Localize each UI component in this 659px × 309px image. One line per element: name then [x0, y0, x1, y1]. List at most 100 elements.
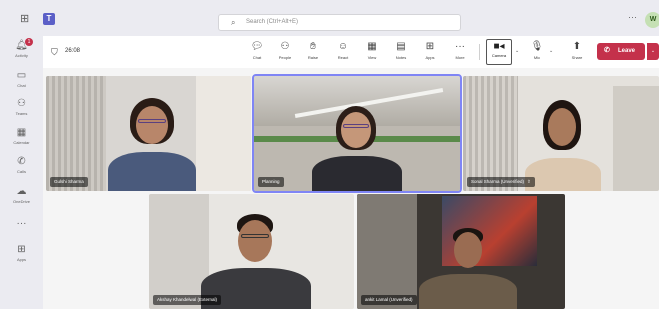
rail-item-chat[interactable]: ▭ Chat: [0, 70, 43, 98]
search-placeholder: Search (Ctrl+Alt+E): [246, 19, 299, 25]
rail-item-more[interactable]: ···: [0, 218, 43, 246]
leave-button[interactable]: ✆ Leave: [597, 43, 645, 60]
raise-label: Raise: [307, 55, 319, 60]
face: [341, 112, 371, 148]
share-label: Share: [571, 55, 583, 60]
wall: [196, 76, 251, 191]
camera-options-chevron-icon[interactable]: ⌄: [515, 48, 519, 54]
more-icon: ···: [455, 41, 465, 52]
cloud-icon: ☁︎: [16, 186, 27, 197]
face: [454, 232, 482, 268]
microphone-icon: 🎙︎: [530, 41, 544, 52]
camera-icon: ■◂: [493, 41, 505, 52]
participant-tile[interactable]: Gulshi Sharma: [46, 76, 251, 191]
glasses: [138, 119, 166, 123]
rail-item-teams[interactable]: ⚇ Teams: [0, 98, 43, 126]
pin-icon: ⇧: [527, 179, 531, 184]
apps-button[interactable]: ⊞ Apps: [419, 40, 441, 66]
bell-icon: 🔔︎: [15, 40, 28, 51]
torso: [312, 156, 402, 191]
more-button[interactable]: ··· More: [449, 40, 471, 66]
participant-tile[interactable]: ankit Lamal (Unverified): [357, 194, 565, 309]
rail-label-calls: Calls: [17, 169, 26, 174]
app-rail: 🔔︎ 1 Activity ▭ Chat ⚇ Teams ▦ Calendar …: [0, 36, 43, 309]
notes-label: Notes: [395, 55, 407, 60]
video-stage: Gulshi Sharma Planning Sonal Sharma (Unv…: [43, 68, 659, 309]
participant-name: Sonal Sharma (Unverified) ⇧: [467, 177, 535, 187]
calendar-icon: ▦: [16, 127, 27, 138]
rail-item-apps[interactable]: ⊞ Apps: [0, 244, 43, 272]
teams-logo-icon: T: [43, 13, 55, 25]
apps-label: Apps: [425, 55, 435, 60]
people-button[interactable]: ⚇ People: [274, 40, 296, 66]
phone-icon: ✆: [17, 156, 26, 167]
react-icon: ☺: [337, 41, 349, 52]
camera-button[interactable]: ■◂ Camera: [486, 39, 512, 65]
wall: [357, 194, 417, 309]
more-label: More: [455, 55, 465, 60]
chat-button[interactable]: 💬︎ Chat: [246, 40, 268, 66]
participant-name: ankit Lamal (Unverified): [361, 295, 417, 305]
notes-button[interactable]: ▤ Notes: [390, 40, 412, 66]
window-blinds: [463, 76, 518, 191]
rail-label-apps: Apps: [16, 257, 27, 262]
react-label: React: [337, 55, 349, 60]
chat-label: Chat: [252, 55, 262, 60]
rail-label-chat: Chat: [17, 83, 26, 88]
meeting-control-bar: ⛉ 26:08 💬︎ Chat ⚇ People ✋︎ Raise ☺ Reac…: [43, 36, 659, 68]
more-options-icon[interactable]: ···: [628, 12, 637, 22]
shield-icon: ⛉: [51, 47, 58, 57]
rail-item-calendar[interactable]: ▦ Calendar: [0, 127, 43, 155]
share-icon: ⬆: [572, 41, 582, 52]
react-button[interactable]: ☺ React: [332, 40, 354, 66]
chat-icon: 💬︎: [250, 41, 264, 52]
glasses: [241, 234, 269, 238]
face: [238, 220, 272, 262]
camera-label: Camera: [491, 53, 507, 58]
search-box[interactable]: ⌕ Search (Ctrl+Alt+E): [218, 14, 461, 31]
participant-name-text: Sonal Sharma (Unverified): [471, 179, 525, 184]
glasses: [343, 124, 369, 128]
people-icon: ⚇: [280, 41, 290, 52]
rail-item-activity[interactable]: 🔔︎ 1 Activity: [0, 38, 43, 68]
rail-label-calendar: Calendar: [13, 140, 30, 145]
raise-hand-icon: ✋︎: [310, 41, 316, 52]
view-label: View: [367, 55, 377, 60]
participant-name: Gulshi Sharma: [50, 177, 88, 187]
title-bar: ⊞ T ⌕ Search (Ctrl+Alt+E) ··· W: [0, 0, 659, 36]
door: [613, 86, 659, 191]
face: [548, 108, 576, 146]
teams-icon: ⚇: [17, 98, 26, 109]
window-blinds: [46, 76, 106, 191]
participant-tile[interactable]: Sonal Sharma (Unverified) ⇧: [463, 76, 659, 191]
phone-hangup-icon: ✆: [604, 47, 610, 54]
notes-icon: ▤: [396, 41, 406, 52]
participant-name: Planning: [258, 177, 284, 187]
leave-label: Leave: [618, 48, 636, 54]
rail-item-calls[interactable]: ✆ Calls: [0, 156, 43, 184]
mic-button[interactable]: 🎙︎ Mic: [526, 40, 548, 66]
rail-item-onedrive[interactable]: ☁︎ OneDrive: [0, 186, 43, 214]
participant-tile[interactable]: Akshay Khandelwal (External): [149, 194, 354, 309]
raise-hand-button[interactable]: ✋︎ Raise: [302, 40, 324, 66]
view-button[interactable]: ▦ View: [361, 40, 383, 66]
apps-icon: ⊞: [425, 41, 435, 52]
torso: [525, 158, 601, 191]
apps-icon: ⊞: [17, 244, 26, 255]
mic-label: Mic: [533, 55, 541, 60]
participant-tile-active-speaker[interactable]: Planning: [252, 74, 462, 193]
participant-name: Akshay Khandelwal (External): [153, 295, 222, 305]
app-launcher-icon[interactable]: ⊞: [20, 13, 32, 25]
avatar[interactable]: W: [645, 12, 659, 28]
mic-options-chevron-icon[interactable]: ⌄: [549, 48, 553, 54]
leave-options-chevron-icon[interactable]: ⌄: [647, 43, 659, 60]
chat-icon: ▭: [16, 70, 27, 81]
search-icon: ⌕: [231, 18, 236, 27]
wall-panel: [149, 194, 209, 309]
activity-badge: 1: [25, 38, 33, 46]
torso: [419, 274, 517, 309]
toolbar-divider: [479, 44, 480, 60]
rail-label-teams: Teams: [15, 111, 28, 116]
share-button[interactable]: ⬆ Share: [566, 40, 588, 66]
rail-label-onedrive: OneDrive: [13, 199, 30, 204]
